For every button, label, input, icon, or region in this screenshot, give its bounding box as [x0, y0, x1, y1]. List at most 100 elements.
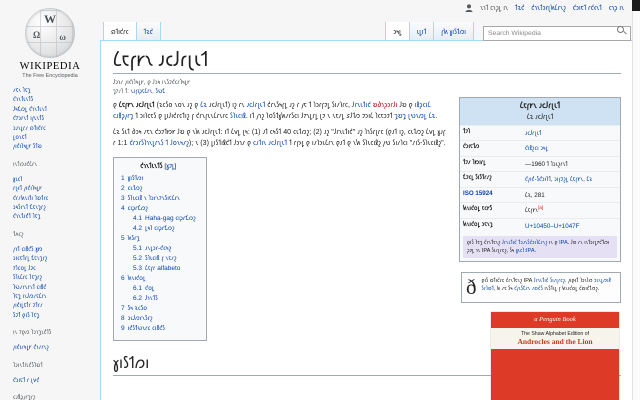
paragraph-segment[interactable]: 𐑖𐑷 [200, 101, 207, 109]
infobox-rows: 𐑑𐑲𐑐 𐑨𐑤𐑓𐑩𐑚𐑧𐑑 𐑒𐑮𐑦𐑱𐑑𐑼 𐑒𐑦𐑙𐑟𐑤𐑦 𐑮𐑰𐑛 𐑑𐑲𐑥 𐑐𐑽𐑦𐑩𐑛 … [460, 124, 620, 233]
infobox-row-value: 𐑒𐑢𐑦𐑒-𐑕𐑒𐑮𐑦𐑐𐑑, 𐑮𐑦𐑝𐑲𐑟𐑛 𐑖𐑱𐑝𐑾𐑯, 𐑖𐑷 [522, 172, 620, 186]
toc-item-label[interactable]: 𐑓𐑪𐑯𐑑𐑕 [145, 295, 158, 302]
search-icon[interactable] [617, 25, 626, 35]
toc-item[interactable]: 4.2 𐑛𐑰𐑐 𐑤𐑦𐑜𐑩𐑗𐑼𐑟 [133, 224, 196, 234]
sidebar-link[interactable]: 𐑢𐑪𐑑 𐑤𐑦𐑙𐑒𐑕 𐑣𐑽 [13, 245, 100, 254]
view-tab[interactable]: 𐑧𐑛𐑦𐑑 [408, 22, 435, 40]
infobox-row: 𐑿𐑯𐑦𐑒𐑴𐑛 𐑱𐑤𐑾𐑕 𐑖𐑱𐑝𐑾𐑯[a] [460, 202, 620, 217]
toc-item-label[interactable]: 𐑣𐑦𐑕𐑑𐑼𐑦 [128, 175, 144, 182]
infobox-row-label[interactable]: ISO 15924 [460, 188, 522, 202]
search-input[interactable] [483, 25, 631, 41]
paragraph-segment[interactable]: 𐑓𐑩𐑯𐑧𐑑𐑦𐑒 [352, 101, 371, 109]
toc-item[interactable]: 5 𐑿𐑕𐑩𐑡 [121, 234, 196, 244]
toc-item-label[interactable]: 𐑮𐑧𐑓𐑼𐑩𐑯𐑕𐑩𐑟 [128, 315, 153, 322]
infobox-value-text[interactable]: U+10450–U+1047F [525, 223, 579, 230]
sidebar-link[interactable]: 𐑒𐑮𐑦𐑱𐑑 𐑩 𐑚𐑫𐑒 [13, 376, 100, 385]
toc-item-label[interactable]: 𐑤𐑧𐑑𐑼𐑟 [128, 185, 143, 192]
toc-item[interactable]: 9 𐑦𐑒𐑕𐑑𐑻𐑯𐑩𐑤 𐑤𐑦𐑙𐑒𐑕 [121, 324, 196, 334]
toc-item-label[interactable]: 𐑒𐑴𐑛 [145, 285, 154, 292]
wikipedia-wordmark[interactable]: WIKIPEDIA [0, 61, 100, 72]
sidebar-link[interactable]: 𐑒𐑩𐑥𐑿𐑯𐑦𐑑𐑦 𐑐𐑹𐑑𐑩𐑤 [13, 194, 100, 203]
infobox-value-text[interactable]: 𐑨𐑤𐑓𐑩𐑚𐑧𐑑 [525, 130, 541, 137]
sidebar-link[interactable]: 𐑕𐑲𐑑 𐑞𐑦𐑕 𐑐𐑱𐑡 [13, 311, 100, 320]
jump-link-segment[interactable]: 𐑕𐑻𐑗 [155, 89, 165, 95]
toc-item[interactable]: 8 𐑮𐑧𐑓𐑼𐑩𐑯𐑕𐑩𐑟 [121, 314, 196, 324]
infobox-value-text[interactable]: 𐑒𐑦𐑙𐑟𐑤𐑦 𐑮𐑰𐑛 [525, 145, 548, 152]
toc-item-label[interactable]: 𐑿𐑕𐑩𐑡 [128, 235, 140, 242]
toc-item[interactable]: 4 𐑤𐑦𐑜𐑩𐑗𐑼𐑟 [121, 204, 196, 214]
sidebar-link[interactable]: 𐑢𐑦𐑒𐑦𐑐𐑰𐑛𐑾 𐑕𐑑𐑹 [13, 142, 100, 151]
toc-item-label[interactable]: 𐑕𐑐𐑧𐑤𐑦𐑙 𐑯 𐑐𐑮𐑩𐑯𐑳𐑯𐑕𐑦𐑱𐑖𐑩𐑯 [128, 195, 180, 202]
sidebar-group-other-projects: 𐑢𐑦𐑒𐑦𐑥𐑰𐑛𐑾 𐑒𐑪𐑥𐑩𐑯𐑟 [0, 343, 100, 352]
toc-item[interactable]: 2 𐑤𐑧𐑑𐑼𐑟 [121, 184, 196, 194]
infobox-value-text[interactable]: 𐑒𐑢𐑦𐑒-𐑕𐑒𐑮𐑦𐑐𐑑, 𐑮𐑦𐑝𐑲𐑟𐑛 𐑖𐑱𐑝𐑾𐑯, 𐑖𐑷 [525, 176, 592, 183]
paragraph-segment[interactable]: 𐑤𐑨𐑑𐑦𐑯 𐑨𐑤𐑓𐑩𐑚𐑧𐑑 [253, 139, 287, 147]
ipa-notice-segment[interactable]: 𐑣𐑧𐑤𐑐:IPA [516, 248, 535, 254]
toc-item-label[interactable]: 𐑕𐑐𐑧𐑤𐑦𐑙 𐑝 𐑯𐑱𐑥𐑟 [145, 255, 177, 262]
sidebar-link[interactable]: 𐑒𐑪𐑯𐑑𐑨𐑒𐑑 𐑐𐑱𐑡 [13, 212, 100, 221]
sidebar-link[interactable]: 𐑥𐑱𐑯 𐑐𐑱𐑡 [13, 86, 100, 95]
personal-bar-item[interactable]: 𐑒𐑮𐑦𐑱𐑑 𐑩𐑒𐑬𐑯𐑑 [573, 3, 602, 12]
sidebar-link[interactable]: 𐑢𐑦𐑒𐑦𐑛𐑱𐑑𐑩 𐑲𐑑𐑩𐑥 [13, 301, 100, 310]
infobox-row-value: 𐑖𐑷, 281 [522, 188, 620, 202]
toc-item-label[interactable]: 𐑤𐑦𐑜𐑩𐑗𐑼𐑟 [128, 205, 148, 212]
search-box [483, 22, 631, 41]
toc-item[interactable]: 5.3 𐑖𐑱𐑝𐑩 alfabeto [133, 264, 196, 274]
view-tab[interactable]: 𐑮𐑰𐑛 [385, 22, 410, 40]
toc-item[interactable]: 4.1 Haha-gag 𐑤𐑦𐑜𐑩𐑗𐑼𐑟 [133, 214, 196, 224]
toc-item[interactable]: 6 𐑿𐑯𐑦𐑒𐑴𐑛 [121, 274, 196, 284]
paragraph-segment[interactable]: 𐑕𐑐𐑧𐑤𐑦𐑙 [230, 112, 246, 120]
sidebar-link[interactable]: 𐑩𐑚𐑬𐑑 𐑢𐑦𐑒𐑦𐑐𐑰𐑛𐑾 [13, 184, 100, 193]
toc-item[interactable]: 5.2 𐑕𐑐𐑧𐑤𐑦𐑙 𐑝 𐑯𐑱𐑥𐑟 [133, 254, 196, 264]
sidebar-link[interactable]: 𐑢𐑦𐑒𐑦𐑥𐑰𐑛𐑾 𐑒𐑪𐑥𐑩𐑯𐑟 [13, 343, 100, 352]
hatnote-segment: 𐑞𐑦𐑕 𐑸𐑑𐑦𐑒𐑩𐑤 𐑒𐑩𐑯𐑑𐑱𐑯𐑟 IPA [481, 278, 534, 285]
toc-item-label[interactable]: 𐑨𐑯𐑛𐑮𐑩-𐑒𐑤𐑰𐑟 [145, 245, 171, 252]
paragraph-segment[interactable]: 𐑨𐑤𐑓𐑩𐑚𐑧𐑑 [247, 101, 266, 109]
androcles-book-cover-image[interactable]: a Penguin Book The Shaw Alphabet Edition… [491, 312, 619, 400]
paragraph-segment[interactable]: 𐑒𐑩𐑮𐑩𐑕𐑐𐑪𐑯𐑛𐑩𐑯𐑕 𐑑 𐑓𐑴𐑯𐑰𐑥𐑟 [129, 139, 188, 147]
sidebar-link[interactable]: 𐑐𐑱𐑡 𐑦𐑯𐑓𐑼𐑥𐑱𐑖𐑩𐑯 [13, 292, 100, 301]
paragraph-segment[interactable]: 𐑹𐑔𐑪𐑜𐑮𐑩𐑓𐑦 [373, 101, 398, 109]
browser-scrollbar[interactable] [632, 0, 640, 400]
hatnote-segment[interactable]: 𐑓𐑩𐑯𐑧𐑑𐑦𐑒 𐑕𐑦𐑥𐑚𐑩𐑤𐑟 [534, 278, 565, 284]
sidebar-link[interactable]: 𐑮𐑦𐑤𐑱𐑑𐑩𐑛 𐑗𐑱𐑯𐑡𐑩𐑟 [13, 254, 100, 263]
sidebar-link[interactable]: 𐑛𐑴𐑯𐑱𐑑 [13, 133, 100, 142]
toc-item[interactable]: 3 𐑕𐑐𐑧𐑤𐑦𐑙 𐑯 𐑐𐑮𐑩𐑯𐑳𐑯𐑕𐑦𐑱𐑖𐑩𐑯 [121, 194, 196, 204]
toc-item-label[interactable]: Haha-gag 𐑤𐑦𐑜𐑩𐑗𐑼𐑟 [145, 215, 196, 222]
sidebar-link[interactable]: 𐑣𐑧𐑤𐑐 [13, 175, 100, 184]
jump-link-segment[interactable]: 𐑯𐑨𐑝𐑦𐑜𐑱𐑖𐑩𐑯 [131, 89, 153, 95]
sidebar-nav-group: 𐑥𐑱𐑯 𐑐𐑱𐑡 𐑒𐑪𐑯𐑑𐑧𐑯𐑑𐑕 𐑓𐑰𐑗𐑼𐑛 𐑒𐑪𐑯𐑑𐑧𐑯𐑑 𐑒𐑳𐑮𐑩𐑯𐑑 𐑦𐑝𐑧𐑯𐑑… [0, 86, 100, 152]
paragraph-segment[interactable]: 𐑡𐑹𐑡 𐑚𐑻𐑯𐑼𐑛 𐑖𐑷 [395, 112, 436, 120]
wikipedia-globe-logo[interactable]: W Ω ω [25, 8, 75, 58]
toc-item[interactable]: 5.1 𐑨𐑯𐑛𐑮𐑩-𐑒𐑤𐑰𐑟 [133, 244, 196, 254]
page-tab[interactable]: 𐑸𐑑𐑦𐑒𐑩𐑤 [103, 22, 137, 40]
toc-item-label[interactable]: 𐑖𐑱𐑝𐑩 alfabeto [145, 265, 180, 272]
personal-bar-item[interactable]: 𐑤𐑪𐑜 𐑦𐑯 [609, 3, 624, 12]
toc-item[interactable]: 7 𐑕𐑰 𐑷𐑤𐑕𐑴 [121, 304, 196, 314]
toc-item-label[interactable]: 𐑛𐑰𐑐 𐑤𐑦𐑜𐑩𐑗𐑼𐑟 [145, 225, 175, 232]
sidebar-link[interactable]: 𐑒𐑳𐑮𐑩𐑯𐑑 𐑦𐑝𐑧𐑯𐑑𐑕 [13, 114, 100, 123]
sidebar-group-print-export: 𐑒𐑮𐑦𐑱𐑑 𐑩 𐑚𐑫𐑒 [0, 376, 100, 385]
infobox-footnote-marker[interactable]: [a] [538, 205, 543, 210]
toc-item[interactable]: 6.2 𐑓𐑪𐑯𐑑𐑕 [133, 294, 196, 304]
toc-item[interactable]: 6.1 𐑒𐑴𐑛 [133, 284, 196, 294]
view-tab[interactable]: 𐑝𐑿 𐑣𐑦𐑕𐑑𐑼𐑦 [433, 22, 474, 40]
sidebar-link[interactable]: 𐑐𐑻𐑥𐑩𐑯𐑩𐑯𐑑 𐑤𐑦𐑙𐑒 [13, 283, 100, 292]
hatnote-segment[interactable]: 𐑒𐑢𐑧𐑕𐑗𐑩𐑯 𐑥𐑸𐑒𐑕 [514, 286, 543, 292]
ipa-notice-segment[interactable]: 𐑓𐑩𐑯𐑧𐑑𐑦𐑒 𐑑𐑮𐑨𐑯𐑕𐑒𐑮𐑦𐑐𐑖𐑩𐑯𐑟 [502, 240, 548, 246]
ipa-notice-segment[interactable]: IPA [559, 240, 568, 246]
toc-item-label[interactable]: 𐑿𐑯𐑦𐑒𐑴𐑛 [128, 275, 146, 282]
sidebar-link[interactable]: 𐑳𐑐𐑤𐑴𐑛 𐑓𐑲𐑤 [13, 264, 100, 273]
toc-item-label[interactable]: 𐑕𐑰 𐑷𐑤𐑕𐑴 [128, 305, 148, 312]
personal-bar-item[interactable]: 𐑒𐑪𐑯𐑑𐑮𐑩𐑚𐑿𐑖𐑩𐑯𐑟 [531, 3, 566, 12]
sidebar-link[interactable]: 𐑕𐑐𐑧𐑖𐑩𐑤 𐑐𐑱𐑡𐑩𐑟 [13, 273, 100, 282]
sidebar-link[interactable]: 𐑓𐑰𐑗𐑼𐑛 𐑒𐑪𐑯𐑑𐑧𐑯𐑑 [13, 105, 100, 114]
personal-bar-item[interactable]: 𐑑𐑷𐑒 [515, 3, 524, 12]
toc-item-label[interactable]: 𐑦𐑒𐑕𐑑𐑻𐑯𐑩𐑤 𐑤𐑦𐑙𐑒𐑕 [128, 325, 165, 332]
sidebar-link[interactable]: 𐑒𐑪𐑯𐑑𐑧𐑯𐑑𐑕 [13, 95, 100, 104]
sidebar-header-tools: 𐑑𐑵𐑤𐑟 [13, 230, 24, 238]
page-tab[interactable]: 𐑑𐑷𐑒 [135, 22, 161, 40]
toc-item[interactable]: 1 𐑣𐑦𐑕𐑑𐑼𐑦 [121, 174, 196, 184]
sidebar-link[interactable]: 𐑮𐑰𐑕𐑩𐑯𐑑 𐑗𐑱𐑯𐑡𐑩𐑟 [13, 203, 100, 212]
sidebar-link[interactable]: 𐑮𐑨𐑯𐑛𐑩𐑥 𐑸𐑑𐑦𐑒𐑩𐑤 [13, 124, 100, 133]
